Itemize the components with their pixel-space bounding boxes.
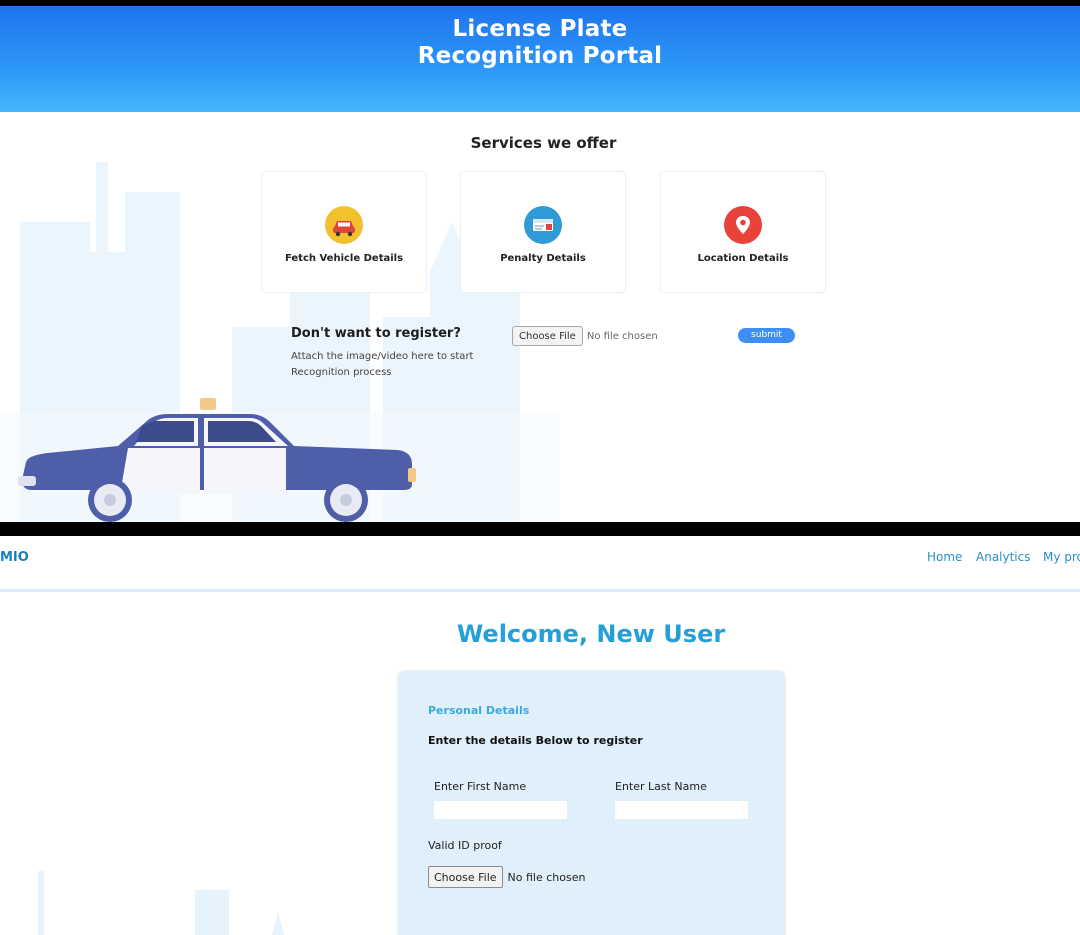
registration-form-card: Personal Details Enter the details Below… (398, 671, 785, 935)
service-card-location[interactable]: Location Details (660, 171, 826, 293)
service-label: Penalty Details (500, 253, 586, 264)
file-upload-row: Choose File No file chosen (512, 326, 658, 346)
city-skyline-illustration (38, 871, 284, 935)
portal-title-line1: License Plate (452, 16, 628, 42)
first-name-input[interactable] (434, 801, 567, 819)
ticket-icon (524, 206, 562, 244)
nav-analytics-link[interactable]: Analytics (976, 550, 1031, 564)
service-card-penalty[interactable]: Penalty Details (460, 171, 626, 293)
no-file-text: No file chosen (586, 330, 658, 342)
taxi-icon (325, 206, 363, 244)
submit-button[interactable]: submit (738, 328, 795, 343)
location-pin-icon (724, 206, 762, 244)
portal-header: License Plate Recognition Portal (0, 6, 1080, 112)
service-card-fetch-vehicle[interactable]: Fetch Vehicle Details (261, 171, 427, 293)
choose-file-button[interactable]: Choose File (512, 326, 583, 346)
nav-home-link[interactable]: Home (927, 550, 962, 564)
services-heading: Services we offer (470, 134, 617, 152)
service-label: Fetch Vehicle Details (284, 253, 404, 264)
portal-title-line2: Recognition Portal (417, 43, 663, 69)
top-navbar: MIO Home Analytics My pro (0, 536, 1080, 592)
no-file-text: No file chosen (507, 870, 586, 884)
id-proof-label: Valid ID proof (428, 839, 502, 852)
register-question: Don't want to register? (291, 326, 461, 341)
registration-screen: MIO Home Analytics My pro Welcome, New U… (0, 536, 1080, 935)
nav-my-profile-link[interactable]: My pro (1043, 550, 1080, 564)
last-name-label: Enter Last Name (615, 780, 707, 793)
choose-file-button[interactable]: Choose File (428, 866, 503, 888)
section-title: Personal Details (428, 704, 530, 717)
form-instruction: Enter the details Below to register (428, 734, 643, 747)
id-proof-upload-row: Choose File No file chosen (428, 866, 585, 888)
taxi-illustration (18, 398, 416, 522)
register-description: Attach the image/video here to start Rec… (291, 351, 474, 378)
last-name-input[interactable] (615, 801, 748, 819)
portal-screen: License Plate Recognition Portal Service… (0, 6, 1080, 522)
first-name-label: Enter First Name (434, 780, 527, 793)
brand-logo[interactable]: MIO (0, 550, 29, 565)
welcome-heading: Welcome, New User (456, 620, 726, 648)
service-label: Location Details (697, 253, 789, 264)
portal-title: License Plate Recognition Portal (0, 16, 1080, 70)
